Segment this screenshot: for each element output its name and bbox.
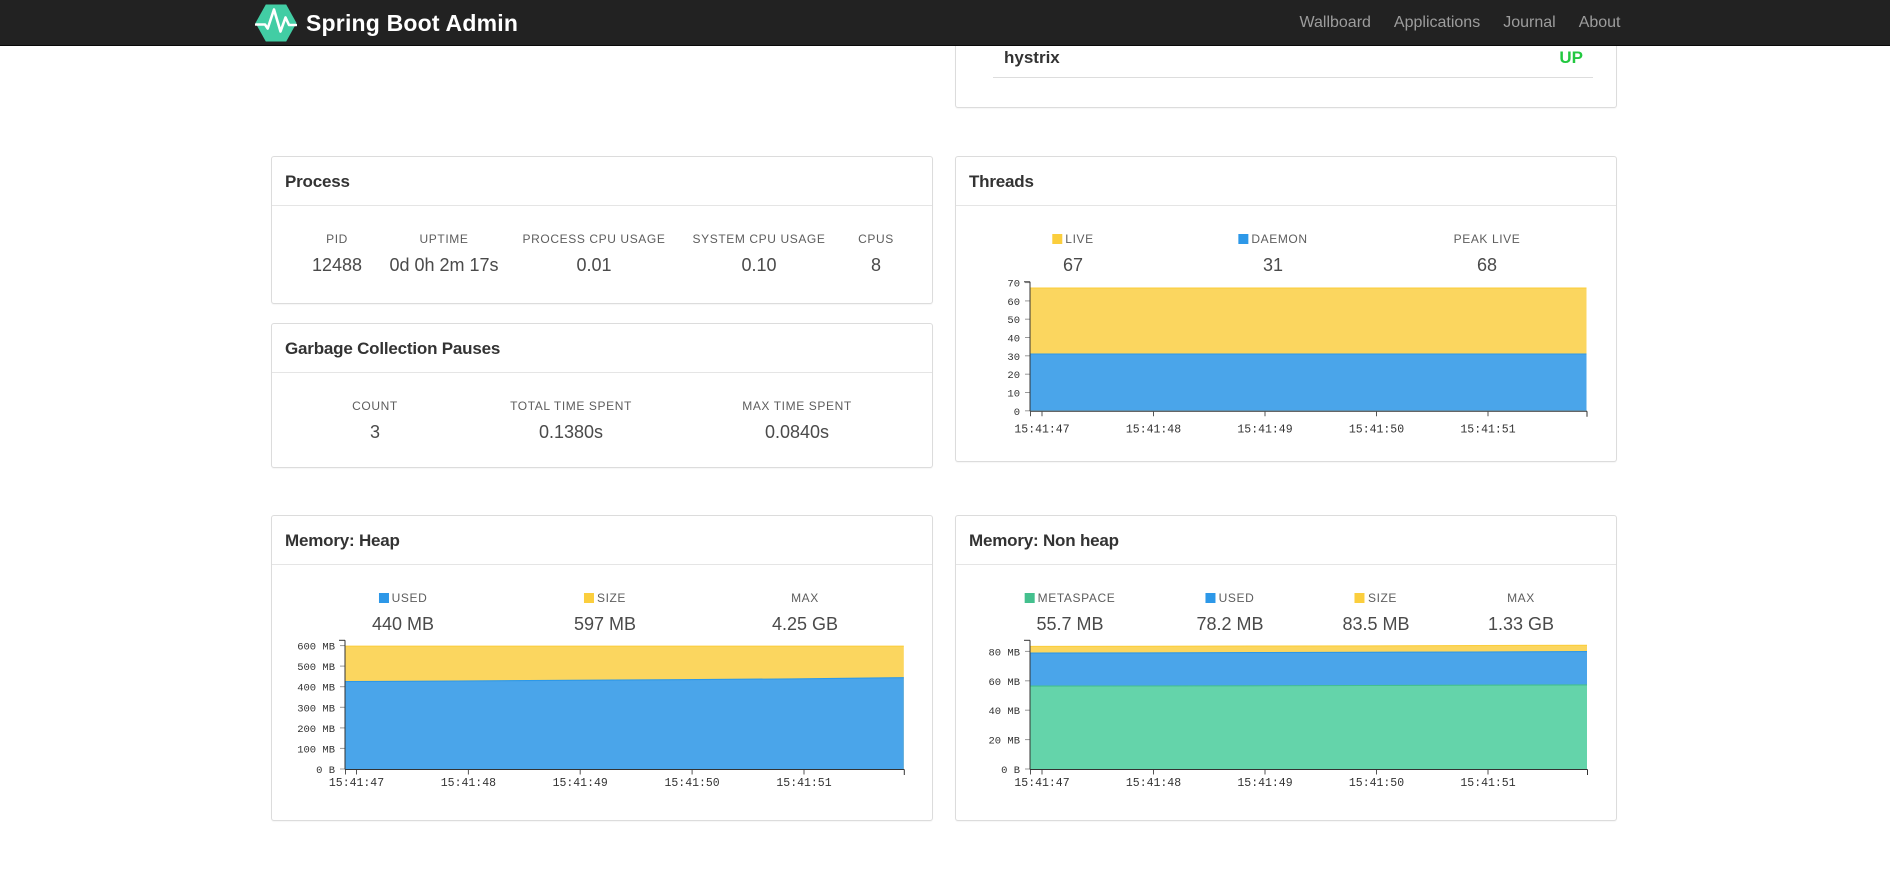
- legend-heap-size: SIZE 597 MB: [573, 590, 637, 634]
- legend-metaspace: METASPACE 55.7 MB: [1024, 591, 1116, 637]
- brand-title: Spring Boot Admin: [306, 9, 519, 36]
- metaspace-swatch: [1024, 593, 1035, 603]
- garbage-collection-panel: Garbage Collection Pauses COUNT 3 TOTAL …: [271, 323, 933, 468]
- heap-panel-title: Memory: Heap: [285, 531, 400, 550]
- legend-live: LIVE 67: [1052, 232, 1093, 278]
- legend-daemon: DAEMON 31: [1238, 232, 1307, 278]
- navbar: Spring Boot Admin Wallboard Applications…: [0, 0, 1890, 46]
- metric-pid: PID 12488: [311, 231, 363, 275]
- legend-nonheap-max: MAX 1.33 GB: [1487, 590, 1555, 634]
- nav-link-applications[interactable]: Applications: [1382, 0, 1491, 46]
- threads-panel-title: Threads: [969, 172, 1034, 191]
- size-swatch: [583, 593, 594, 603]
- gc-panel-title: Garbage Collection Pauses: [285, 339, 501, 358]
- divider: [993, 77, 1593, 78]
- metric-process-cpu-usage: PROCESS CPU USAGE 0.01: [522, 231, 666, 275]
- metric-gc-count: COUNT 3: [352, 398, 398, 442]
- nonheap-panel-title: Memory: Non heap: [969, 531, 1119, 550]
- metric-gc-total-time: TOTAL TIME SPENT 0.1380s: [510, 398, 632, 442]
- legend-nonheap-size: SIZE 83.5 MB: [1342, 590, 1410, 634]
- spring-boot-admin-logo-icon: [255, 4, 297, 42]
- legend-peak-live: PEAK LIVE 68: [1453, 231, 1521, 275]
- metric-system-cpu-usage: SYSTEM CPU USAGE 0.10: [692, 231, 826, 275]
- process-panel-heading: Process: [272, 157, 932, 206]
- brand[interactable]: Spring Boot Admin: [255, 0, 518, 46]
- used-swatch: [1205, 593, 1216, 603]
- used-swatch: [378, 593, 389, 603]
- heap-panel-heading: Memory: Heap: [272, 516, 932, 565]
- metric-gc-max-time: MAX TIME SPENT 0.0840s: [742, 398, 852, 442]
- legend-heap-used: USED 440 MB: [371, 590, 435, 634]
- nav-link-wallboard[interactable]: Wallboard: [1288, 0, 1382, 46]
- nav-item-about: About: [1567, 0, 1632, 46]
- daemon-swatch: [1238, 234, 1249, 244]
- size-swatch: [1354, 593, 1365, 603]
- memory-nonheap-panel: Memory: Non heap METASPACE 55.7 MB USED …: [955, 515, 1617, 821]
- nav-links: Wallboard Applications Journal About: [1288, 0, 1632, 46]
- process-panel: Process PID 12488 UPTIME 0d 0h 2m 17s PR…: [271, 156, 933, 304]
- nav-link-about[interactable]: About: [1567, 0, 1632, 46]
- nav-item-wallboard: Wallboard: [1288, 0, 1382, 46]
- nonheap-panel-heading: Memory: Non heap: [956, 516, 1616, 565]
- metric-uptime: UPTIME 0d 0h 2m 17s: [389, 231, 499, 275]
- legend-heap-max: MAX 4.25 GB: [771, 590, 839, 634]
- nav-item-journal: Journal: [1492, 0, 1567, 46]
- process-panel-title: Process: [285, 172, 350, 191]
- threads-panel: Threads LIVE 67 DAEMON 31 PEAK LIVE 68: [955, 156, 1617, 462]
- legend-nonheap-used: USED 78.2 MB: [1196, 590, 1264, 634]
- live-swatch: [1052, 234, 1063, 244]
- nav-link-journal[interactable]: Journal: [1492, 0, 1567, 46]
- threads-panel-heading: Threads: [956, 157, 1616, 206]
- nav-item-applications: Applications: [1382, 0, 1491, 46]
- memory-heap-panel: Memory: Heap USED 440 MB SIZE 597 MB MAX…: [271, 515, 933, 821]
- metric-cpus: CPUS 8: [858, 231, 894, 275]
- gc-panel-heading: Garbage Collection Pauses: [272, 324, 932, 373]
